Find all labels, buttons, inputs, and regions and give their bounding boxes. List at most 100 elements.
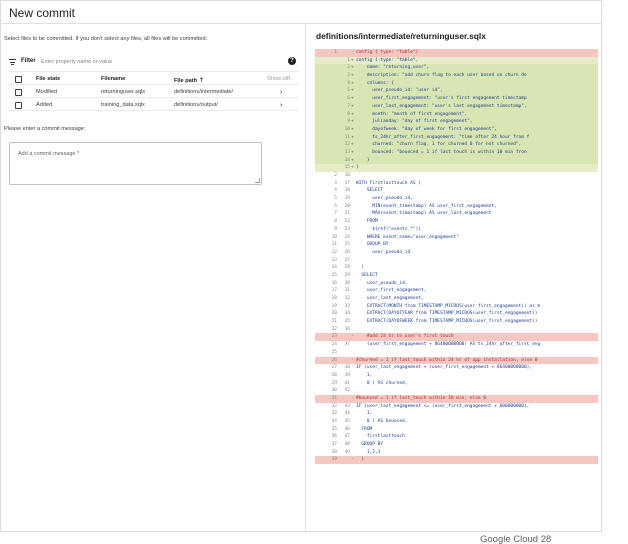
diff-code: julianday: "day of first engagement",: [356, 119, 473, 125]
diff-code: user_last_engagement,: [356, 296, 424, 301]
diff-line-added: 7 + user_last_engagement: "user's last en…: [315, 102, 598, 111]
file-row-checkbox[interactable]: [15, 89, 22, 96]
diff-line: 19 33 EXTRACT(MONTH from TIMESTAMP_MICROS…: [315, 303, 598, 311]
diff-old-line-number: 2: [334, 173, 337, 178]
diff-old-line-number: 7: [334, 211, 337, 217]
diff-code: #add 24 hr to user's first touch: [356, 334, 454, 340]
diff-line-added: 11 + ts_24hr_after_first_engagement: "tim…: [315, 133, 598, 142]
diff-code: IF (user_last_engagement < (user_first_e…: [356, 365, 533, 371]
diff-code: month: "month of first engagement",: [356, 111, 468, 117]
diff-new-line-number: 26: [344, 249, 350, 255]
diff-old-line-number: 23: [331, 334, 337, 340]
diff-viewer[interactable]: 1- config { type: "table"} 1 + config { type…: [315, 49, 598, 525]
commit-message-label: Please enter a commit message:: [4, 126, 86, 132]
chevron-right-icon[interactable]: ›: [280, 89, 282, 96]
col-file-path-label: File path: [174, 78, 197, 84]
file-row-checkbox[interactable]: [15, 102, 22, 109]
diff-old-line-number: 11: [331, 242, 337, 248]
diff-code: EXTRACT(DAYOFYEAR from TIMESTAMP_MICROS(…: [356, 311, 538, 317]
resize-handle[interactable]: [255, 178, 260, 183]
diff-change-marker: -: [351, 50, 354, 55]
diff-code: user_pseudo_id,: [356, 280, 408, 286]
diff-line: 30 42: [315, 387, 598, 395]
diff-code: EXTRACT(MONTH from TIMESTAMP_MICROS(user…: [356, 303, 541, 309]
diff-line: 24 37 (user_first_engagement + 8640000000…: [315, 341, 598, 349]
diff-code: ${ref("events_*")}: [356, 226, 422, 232]
diff-line: 20 34 EXTRACT(DAYOFYEAR from TIMESTAMP_MI…: [315, 310, 598, 318]
diff-line-added: 13 + bounced: "bounced = 1 if last touch …: [315, 148, 598, 157]
col-file-state: File state: [36, 76, 61, 82]
diff-new-line-number: 27: [344, 257, 350, 263]
title-divider: [1, 23, 601, 24]
select-all-checkbox[interactable]: [15, 76, 22, 83]
diff-code: SELECT: [356, 272, 378, 278]
diff-old-line-number: 32: [331, 403, 337, 409]
diff-old-line-number: 31: [331, 395, 337, 401]
diff-old-line-number: 8: [334, 219, 337, 225]
diff-new-line-number: 23: [344, 226, 350, 232]
diff-code: GROUP BY: [356, 442, 384, 448]
diff-change-marker: +: [351, 103, 354, 109]
diff-code: user_last_engagement: "user's last engag…: [356, 103, 527, 109]
diff-code: MIN(event_timestamp) AS user_first_engag…: [356, 203, 497, 209]
file-name: returninguser.sqlx: [101, 89, 146, 95]
diff-old-line-number: 37: [331, 442, 337, 448]
diff-line: 33 44 1,: [315, 410, 598, 418]
diff-new-line-number: 31: [344, 288, 350, 294]
diff-line-added: 6 + user_first_engagement: "user's first …: [315, 95, 598, 103]
diff-line: 5 19 user_pseudo_id,: [315, 195, 598, 203]
diff-change-marker: +: [351, 73, 354, 79]
dialog-title: New commit: [9, 6, 76, 20]
diff-old-line-number: 1: [334, 50, 337, 55]
diff-code: user_pseudo_id: "user id",: [356, 88, 443, 94]
file-state: Added: [36, 102, 53, 108]
diff-new-line-number: 14: [344, 157, 350, 163]
diff-line: 27 38 IF (user_last_engagement < (user_fir…: [315, 364, 598, 372]
filter-input[interactable]: [41, 57, 241, 66]
diff-new-line-number: 30: [344, 280, 350, 286]
diff-change-marker: +: [351, 96, 354, 102]
diff-new-line-number: 25: [344, 242, 350, 248]
diff-line: 38 49 1,2,3: [315, 449, 598, 457]
diff-code: bounced: "bounced = 1 if last touch is w…: [356, 149, 527, 155]
diff-new-line-number: 37: [344, 342, 350, 348]
file-row[interactable]: Modified returninguser.sqlx definitions/…: [9, 85, 299, 98]
diff-old-line-number: 17: [331, 288, 337, 294]
diff-old-line-number: 6: [334, 203, 337, 209]
diff-code: user_pseudo_id: [356, 249, 411, 255]
diff-line: 29 41 0 ) AS churned,: [315, 380, 598, 388]
diff-line: 7 21 MAX(event_timestamp) AS user_last_en…: [315, 210, 598, 218]
help-icon[interactable]: ?: [288, 57, 296, 65]
diff-new-line-number: 33: [344, 303, 350, 309]
diff-line-removed: 31 - #bounced = 1 if last_touch within 10 …: [315, 394, 598, 403]
diff-code: config { type: "table",: [356, 57, 419, 63]
chevron-right-icon[interactable]: ›: [280, 102, 282, 109]
diff-line: 2 16: [315, 172, 598, 180]
diff-new-line-number: 45: [344, 419, 350, 424]
commit-message-field[interactable]: Add a commit message *: [9, 142, 262, 185]
filter-icon[interactable]: [9, 59, 16, 65]
diff-new-line-number: 1: [347, 57, 350, 63]
diff-line-added: 14 + }: [315, 156, 598, 165]
diff-old-line-number: 12: [331, 249, 337, 255]
diff-code: 0 ) AS churned,: [356, 380, 408, 386]
diff-line: 3 17 WITH firstlasttouch AS (: [315, 180, 598, 188]
diff-line: 15 29 SELECT: [315, 272, 598, 280]
diff-line-added: 2 + name: "returning_user",: [315, 64, 598, 73]
diff-new-line-number: 5: [347, 88, 350, 94]
diff-line-added: 3 + description: "add churn flag to each …: [315, 72, 598, 80]
diff-change-marker: +: [351, 57, 354, 63]
diff-code: FROM: [356, 426, 373, 432]
diff-old-line-number: 19: [331, 303, 337, 309]
diff-code: WHERE event_name="user_engagement": [356, 234, 459, 240]
diff-old-line-number: 20: [331, 311, 337, 317]
diff-new-line-number: 24: [344, 234, 350, 240]
file-row[interactable]: Added training_data.sqlx definitions/out…: [9, 98, 299, 111]
diff-line: 35 46 FROM: [315, 426, 598, 434]
diff-new-line-number: 18: [344, 188, 350, 194]
diff-line-added: 5 + user_pseudo_id: "user id",: [315, 87, 598, 96]
diff-line: 28 39 1,: [315, 372, 598, 380]
diff-old-line-number: 29: [331, 380, 337, 386]
diff-new-line-number: 6: [347, 96, 350, 102]
file-state: Modified: [36, 89, 58, 95]
